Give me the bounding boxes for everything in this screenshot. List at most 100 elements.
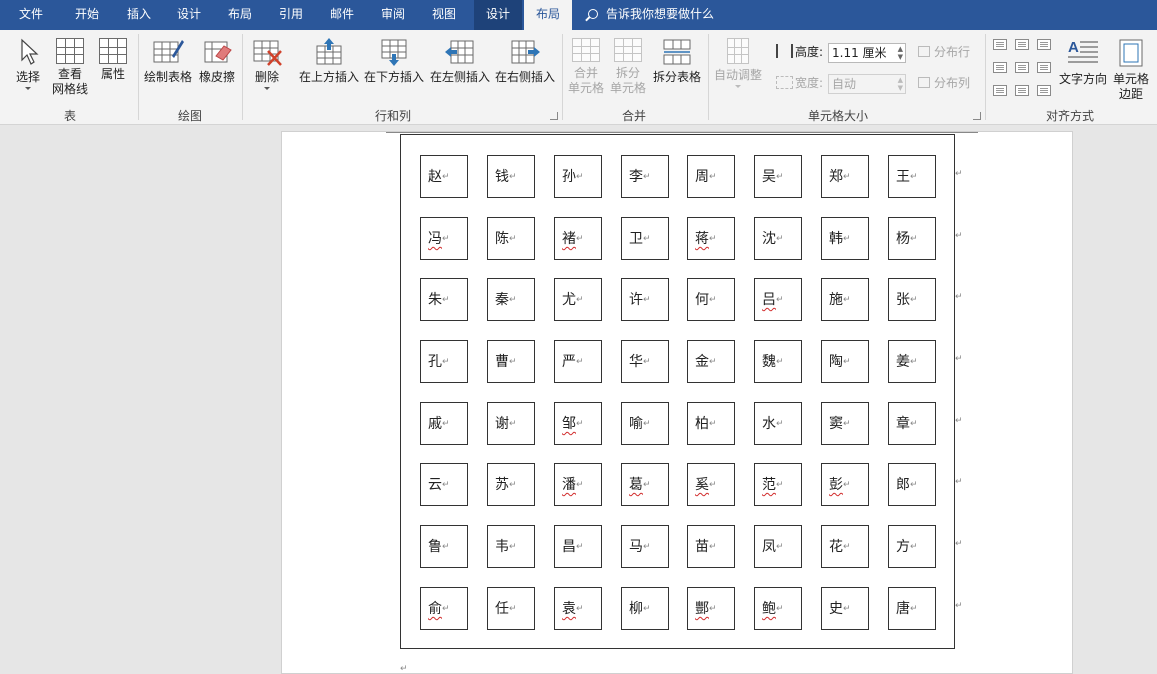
eraser-button[interactable]: 橡皮擦: [197, 38, 237, 85]
table-cell[interactable]: 范↵: [754, 463, 802, 506]
align-bottom-left-icon[interactable]: [993, 85, 1007, 96]
table-cell[interactable]: 袁↵: [554, 587, 602, 630]
tab-review[interactable]: 审阅: [370, 0, 416, 30]
table-cell[interactable]: 韩↵: [821, 217, 869, 260]
table-cell[interactable]: 何↵: [687, 278, 735, 321]
split-table-button[interactable]: 拆分表格: [651, 38, 703, 85]
outer-table[interactable]: [400, 134, 955, 649]
table-cell[interactable]: 苗↵: [687, 525, 735, 568]
merge-cells-button[interactable]: 合并 单元格: [567, 38, 605, 96]
table-cell[interactable]: 谢↵: [487, 402, 535, 445]
table-cell[interactable]: 俞↵: [420, 587, 468, 630]
select-button[interactable]: 选择: [12, 38, 44, 90]
delete-button[interactable]: 删除: [249, 38, 285, 90]
align-top-left-icon[interactable]: [993, 39, 1007, 50]
table-cell[interactable]: 钱↵: [487, 155, 535, 198]
tab-file[interactable]: 文件: [10, 0, 52, 30]
table-cell[interactable]: 鲁↵: [420, 525, 468, 568]
align-center-icon[interactable]: [1015, 62, 1029, 73]
table-cell[interactable]: 张↵: [888, 278, 936, 321]
table-cell[interactable]: 沈↵: [754, 217, 802, 260]
align-bottom-right-icon[interactable]: [1037, 85, 1051, 96]
cell-size-dialog-launcher[interactable]: [973, 112, 981, 120]
cell-margins-button[interactable]: 单元格 边距: [1111, 38, 1151, 102]
tab-table-design[interactable]: 设计: [474, 0, 522, 30]
align-top-center-icon[interactable]: [1015, 39, 1029, 50]
table-cell[interactable]: 邹↵: [554, 402, 602, 445]
tab-view[interactable]: 视图: [421, 0, 467, 30]
table-cell[interactable]: 李↵: [621, 155, 669, 198]
table-cell[interactable]: 姜↵: [888, 340, 936, 383]
table-cell[interactable]: 许↵: [621, 278, 669, 321]
table-cell[interactable]: 窦↵: [821, 402, 869, 445]
text-direction-button[interactable]: A 文字方向: [1057, 38, 1109, 87]
tab-design[interactable]: 设计: [166, 0, 212, 30]
tab-home[interactable]: 开始: [64, 0, 110, 30]
table-cell[interactable]: 奚↵: [687, 463, 735, 506]
table-cell[interactable]: 鲍↵: [754, 587, 802, 630]
table-cell[interactable]: 喻↵: [621, 402, 669, 445]
table-cell[interactable]: 郑↵: [821, 155, 869, 198]
table-cell[interactable]: 杨↵: [888, 217, 936, 260]
split-cells-button[interactable]: 拆分 单元格: [609, 38, 647, 96]
tab-mailings[interactable]: 邮件: [319, 0, 365, 30]
insert-right-button[interactable]: 在右侧插入: [493, 38, 557, 85]
rows-cols-dialog-launcher[interactable]: [550, 112, 558, 120]
table-cell[interactable]: 戚↵: [420, 402, 468, 445]
table-cell[interactable]: 葛↵: [621, 463, 669, 506]
row-height-input[interactable]: 1.11 厘米 ▲ ▼: [828, 43, 906, 63]
view-gridlines-button[interactable]: 查看 网格线: [50, 38, 90, 97]
table-cell[interactable]: 魏↵: [754, 340, 802, 383]
autofit-button[interactable]: 自动调整: [712, 38, 764, 88]
spinner-arrows-icon[interactable]: ▲ ▼: [898, 45, 903, 61]
table-cell[interactable]: 褚↵: [554, 217, 602, 260]
table-cell[interactable]: 水↵: [754, 402, 802, 445]
column-width-input[interactable]: 自动 ▲ ▼: [828, 74, 906, 94]
table-cell[interactable]: 施↵: [821, 278, 869, 321]
distribute-rows-button[interactable]: 分布行: [918, 45, 976, 60]
table-cell[interactable]: 尤↵: [554, 278, 602, 321]
table-cell[interactable]: 章↵: [888, 402, 936, 445]
table-cell[interactable]: 陈↵: [487, 217, 535, 260]
table-cell[interactable]: 潘↵: [554, 463, 602, 506]
table-cell[interactable]: 朱↵: [420, 278, 468, 321]
table-cell[interactable]: 凤↵: [754, 525, 802, 568]
tab-references[interactable]: 引用: [268, 0, 314, 30]
table-cell[interactable]: 陶↵: [821, 340, 869, 383]
table-cell[interactable]: 吴↵: [754, 155, 802, 198]
align-bottom-center-icon[interactable]: [1015, 85, 1029, 96]
tell-me-box[interactable]: 告诉我你想要做什么: [588, 0, 714, 30]
tab-insert[interactable]: 插入: [116, 0, 162, 30]
table-cell[interactable]: 柏↵: [687, 402, 735, 445]
spinner-arrows-icon[interactable]: ▲ ▼: [898, 76, 903, 92]
table-cell[interactable]: 柳↵: [621, 587, 669, 630]
table-cell[interactable]: 金↵: [687, 340, 735, 383]
table-cell[interactable]: 史↵: [821, 587, 869, 630]
table-cell[interactable]: 韦↵: [487, 525, 535, 568]
insert-left-button[interactable]: 在左侧插入: [428, 38, 492, 85]
table-cell[interactable]: 卫↵: [621, 217, 669, 260]
table-cell[interactable]: 郎↵: [888, 463, 936, 506]
table-cell[interactable]: 孔↵: [420, 340, 468, 383]
distribute-columns-button[interactable]: 分布列: [918, 76, 976, 91]
table-cell[interactable]: 任↵: [487, 587, 535, 630]
table-cell[interactable]: 曹↵: [487, 340, 535, 383]
table-cell[interactable]: 冯↵: [420, 217, 468, 260]
table-cell[interactable]: 昌↵: [554, 525, 602, 568]
table-cell[interactable]: 孙↵: [554, 155, 602, 198]
align-top-right-icon[interactable]: [1037, 39, 1051, 50]
table-cell[interactable]: 吕↵: [754, 278, 802, 321]
table-cell[interactable]: 华↵: [621, 340, 669, 383]
properties-button[interactable]: 属性: [96, 38, 130, 82]
table-cell[interactable]: 周↵: [687, 155, 735, 198]
draw-table-button[interactable]: 绘制表格: [143, 38, 193, 85]
tab-layout[interactable]: 布局: [217, 0, 263, 30]
align-center-left-icon[interactable]: [993, 62, 1007, 73]
tab-table-layout[interactable]: 布局: [524, 0, 572, 31]
table-cell[interactable]: 花↵: [821, 525, 869, 568]
table-cell[interactable]: 方↵: [888, 525, 936, 568]
table-cell[interactable]: 蒋↵: [687, 217, 735, 260]
table-cell[interactable]: 唐↵: [888, 587, 936, 630]
table-cell[interactable]: 秦↵: [487, 278, 535, 321]
table-cell[interactable]: 云↵: [420, 463, 468, 506]
